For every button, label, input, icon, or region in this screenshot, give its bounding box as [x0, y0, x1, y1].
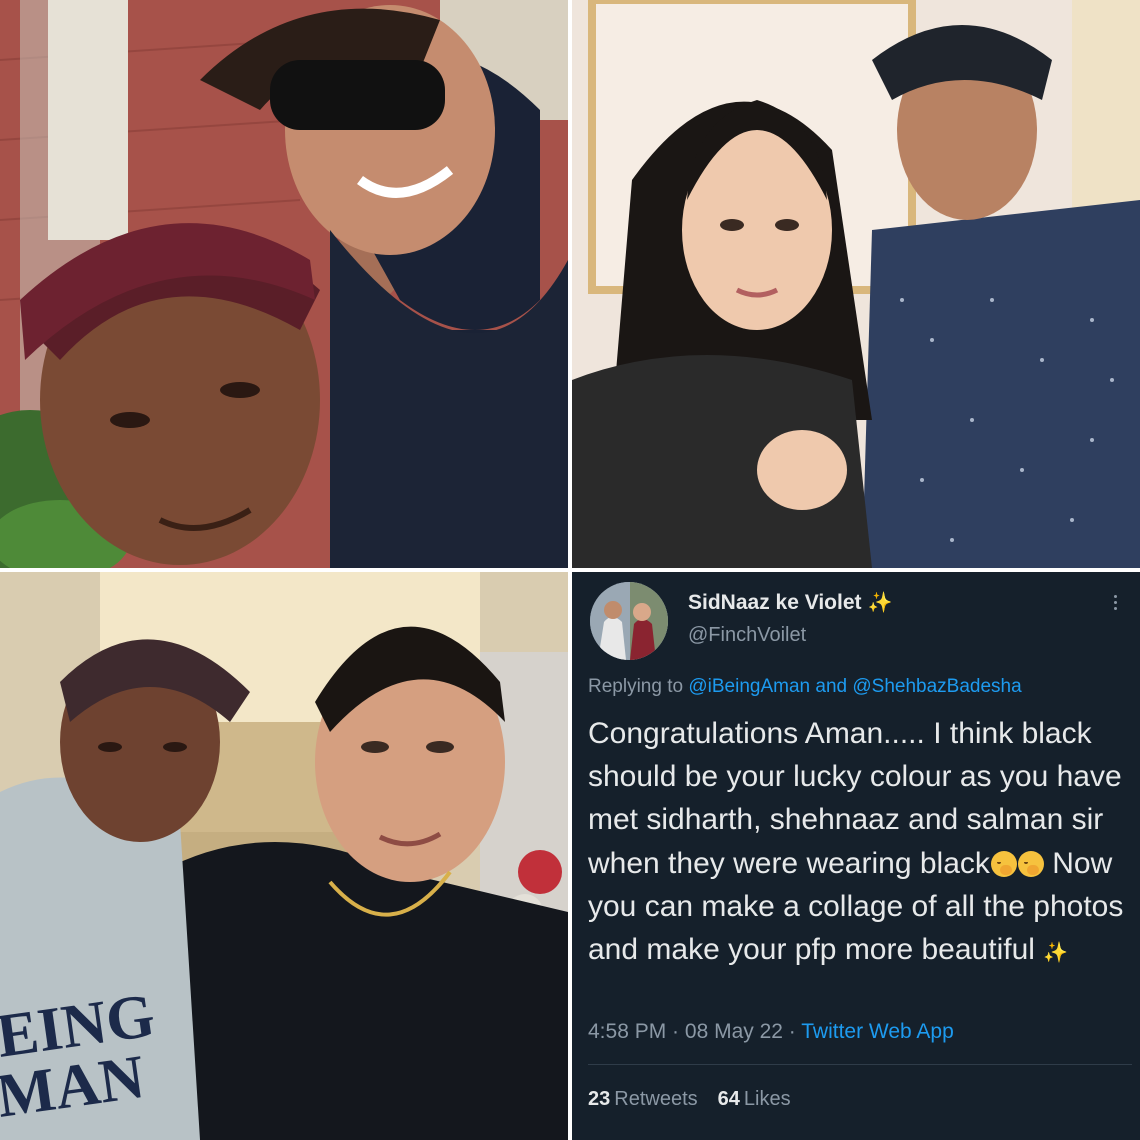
tweet-body: Congratulations Aman..... I think black …	[588, 712, 1133, 975]
tweet-source[interactable]: Twitter Web App	[801, 1020, 954, 1043]
divider	[588, 1064, 1132, 1065]
photo-selfie-sunglasses	[0, 0, 568, 568]
tweet-card: SidNaaz ke Violet ✨ @FinchVoilet Replyin…	[572, 572, 1140, 1140]
display-name-row[interactable]: SidNaaz ke Violet ✨	[688, 590, 892, 615]
tweet-stats: 23 Retweets 64 Likes	[588, 1088, 791, 1111]
likes-count: 64	[717, 1088, 740, 1110]
display-name[interactable]: SidNaaz ke Violet	[688, 591, 862, 615]
retweets-stat[interactable]: 23 Retweets	[588, 1088, 698, 1110]
tweet-time[interactable]: 4:58 PM	[588, 1020, 666, 1043]
mention-link-2[interactable]: @ShehbazBadesha	[852, 676, 1021, 697]
sparkles-icon: ✨	[1043, 942, 1069, 965]
more-options-icon[interactable]	[1104, 590, 1126, 614]
retweets-label: Retweets	[614, 1088, 698, 1110]
likes-stat[interactable]: 64 Likes	[718, 1088, 791, 1110]
likes-label: Likes	[743, 1088, 791, 1110]
tweet-body-part1: Congratulations Aman..... I think black …	[588, 717, 1122, 880]
replying-to: Replying to @iBeingAman and @ShehbazBade…	[588, 676, 1022, 698]
replying-and: and	[815, 676, 848, 697]
tweet-meta: 4:58 PM · 08 May 22 · Twitter Web App	[588, 1020, 954, 1043]
photo-selfie-black-shirt: EING MAN	[0, 572, 568, 1140]
replying-prefix: Replying to	[588, 676, 684, 697]
user-handle[interactable]: @FinchVoilet	[688, 624, 806, 647]
face-with-hand-over-mouth-icon	[1017, 850, 1044, 877]
tweet-date[interactable]: 08 May 22	[685, 1020, 783, 1043]
face-with-hand-over-mouth-icon	[990, 850, 1017, 877]
retweets-count: 23	[588, 1088, 611, 1110]
collage: EING MAN SidNaaz ke Violet ✨ @FinchVoile…	[0, 0, 1140, 1140]
photo-selfie-woman	[572, 0, 1140, 568]
avatar[interactable]	[590, 582, 668, 660]
mention-link-1[interactable]: @iBeingAman	[688, 676, 810, 697]
sparkles-icon: ✨	[867, 592, 893, 614]
